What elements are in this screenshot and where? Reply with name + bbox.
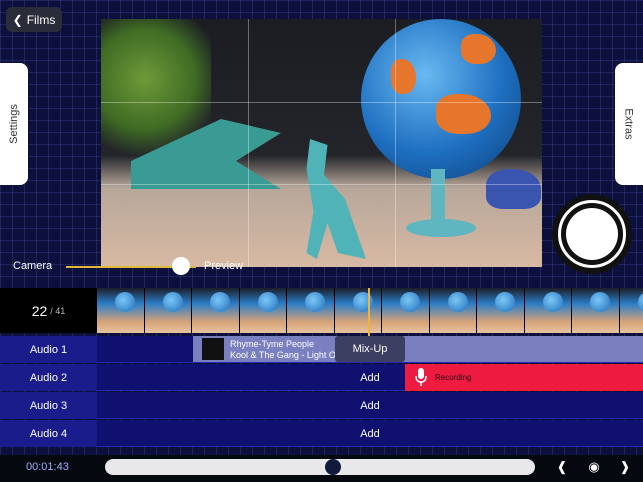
filmstrip-frame[interactable]: [619, 288, 643, 333]
skip-back-icon[interactable]: ❰: [551, 458, 573, 476]
add-audio-button[interactable]: Add: [335, 420, 405, 447]
frame-thumbnail: [257, 292, 278, 312]
playhead[interactable]: [368, 288, 370, 336]
films-back-label: Films: [26, 12, 56, 27]
camera-mode-label: Camera: [13, 260, 53, 272]
total-frames: / 41: [50, 305, 66, 316]
add-audio-button[interactable]: Add: [335, 392, 405, 419]
track-row: Audio 3 Add: [0, 392, 643, 419]
filmstrip-frame[interactable]: [524, 288, 572, 333]
microphone-icon: [415, 368, 427, 386]
track-label[interactable]: Audio 4: [0, 420, 97, 447]
frame-thumbnail: [637, 292, 643, 312]
frame-thumbnail: [447, 292, 468, 312]
camera-preview[interactable]: [101, 19, 542, 267]
skip-forward-icon[interactable]: ❱: [614, 458, 636, 476]
filmstrip-frame[interactable]: [572, 288, 620, 333]
album-art-image: [202, 338, 224, 360]
playback-time: 00:01:43: [26, 461, 69, 473]
mix-up-button[interactable]: Mix-Up: [335, 336, 405, 362]
films-back-button[interactable]: ❮ Films: [6, 7, 62, 32]
track-label[interactable]: Audio 1: [0, 336, 97, 363]
capture-button[interactable]: [552, 194, 632, 274]
filmstrip-frame[interactable]: [144, 288, 192, 333]
filmstrip-frame[interactable]: [287, 288, 335, 333]
frame-thumbnail: [400, 292, 420, 312]
onion-skin-icon[interactable]: ◉: [583, 458, 605, 476]
capture-ring: [558, 200, 626, 268]
filmstrip-frame[interactable]: [334, 288, 382, 333]
filmstrip-frame[interactable]: [429, 288, 477, 333]
frame-thumbnail: [162, 292, 183, 312]
frame-counter: 22 / 41: [0, 288, 97, 333]
recording-clip-label: Recording: [435, 373, 472, 382]
filmstrip-frame[interactable]: [239, 288, 287, 333]
dinosaur-toy-image: [306, 139, 366, 259]
extras-tab[interactable]: Extras: [615, 63, 643, 185]
capture-dot: [566, 208, 618, 260]
chevron-left-icon: ❮: [12, 12, 23, 27]
frame-thumbnail: [542, 292, 563, 312]
frame-thumbnail: [305, 292, 325, 312]
settings-tab[interactable]: Settings: [0, 63, 28, 185]
filmstrip-frame[interactable]: [192, 288, 240, 333]
audio-clip-title: Rhyme-Tyme People: [230, 339, 315, 349]
globe-image: [361, 19, 521, 179]
track-label[interactable]: Audio 2: [0, 364, 97, 391]
track-row: Audio 4 Add: [0, 420, 643, 447]
camera-preview-slider-knob[interactable]: [172, 257, 190, 275]
globe-base-image: [406, 219, 476, 237]
settings-tab-label: Settings: [8, 104, 20, 144]
elephant-toy-image: [486, 169, 541, 209]
frame-thumbnail: [210, 292, 230, 312]
extras-tab-label: Extras: [623, 108, 635, 140]
frame-thumbnail: [495, 292, 515, 312]
preview-mode-label: Preview: [204, 260, 244, 272]
frame-thumbnail: [115, 292, 135, 312]
filmstrip[interactable]: [97, 288, 643, 333]
frame-thumbnail: [590, 292, 610, 312]
filmstrip-frame[interactable]: [382, 288, 430, 333]
playback-scrubber-knob[interactable]: [324, 459, 341, 475]
playback-scrubber[interactable]: [105, 459, 535, 475]
filmstrip-frame[interactable]: [97, 288, 145, 333]
current-frame: 22: [31, 302, 48, 319]
track-label[interactable]: Audio 3: [0, 392, 97, 419]
add-audio-button[interactable]: Add: [335, 364, 405, 391]
filmstrip-frame[interactable]: [477, 288, 525, 333]
